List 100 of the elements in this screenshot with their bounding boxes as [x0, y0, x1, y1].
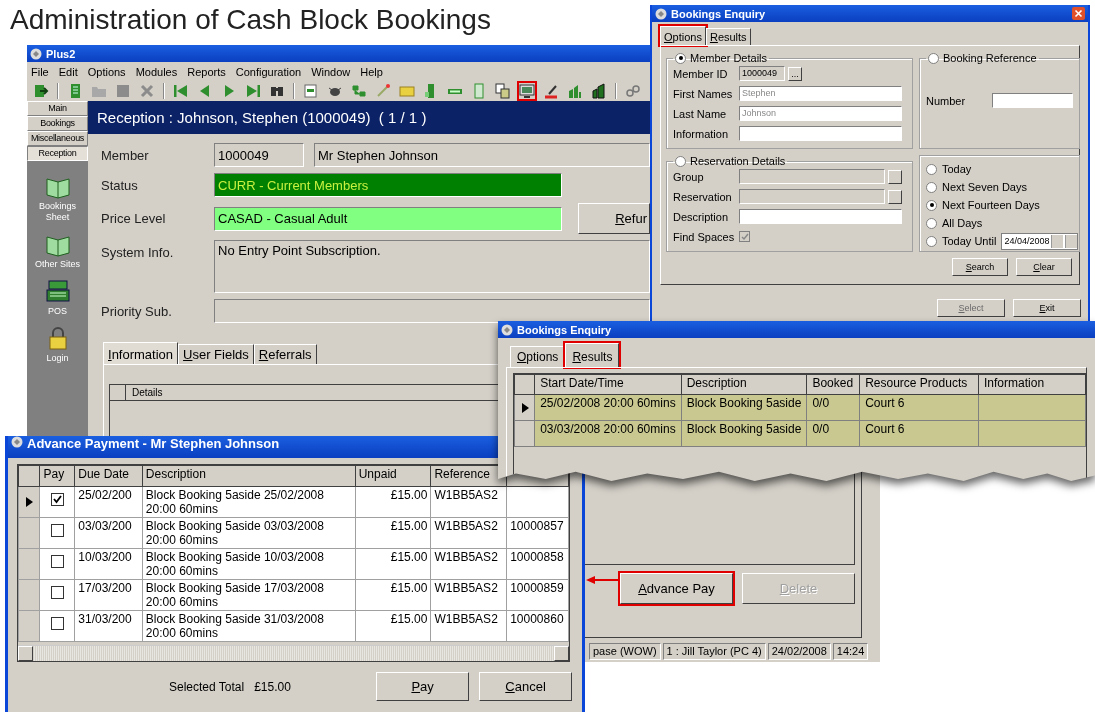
- radio-button[interactable]: [675, 52, 686, 64]
- pointer-icon: [519, 402, 530, 413]
- tab[interactable]: Information: [103, 342, 179, 364]
- window-title: Bookings Enquiry: [671, 7, 766, 20]
- price-level-field[interactable]: CASAD - Casual Adult: [214, 206, 562, 231]
- action-button[interactable]: Pay: [376, 672, 470, 701]
- app-icon: [501, 323, 513, 336]
- action-button[interactable]: Cancel: [479, 672, 572, 701]
- field-label: Last Name: [673, 107, 728, 120]
- sidebar-tab[interactable]: Miscellaneous: [27, 131, 88, 146]
- lookup-button[interactable]: ...: [788, 66, 802, 81]
- radio-button[interactable]: [926, 163, 937, 175]
- menu-item[interactable]: Help: [360, 65, 383, 78]
- input-field[interactable]: [992, 93, 1073, 108]
- input-field[interactable]: [739, 189, 885, 204]
- horizontal-scrollbar[interactable]: [18, 645, 569, 661]
- member-id-field[interactable]: 1000049: [214, 143, 304, 167]
- menu-item[interactable]: Window: [311, 65, 351, 78]
- action-button[interactable]: Advance Pay: [620, 573, 733, 604]
- tab[interactable]: User Fields: [178, 344, 254, 364]
- table-cell: W1BB5AS2: [430, 548, 507, 580]
- tab[interactable]: Results: [705, 28, 751, 45]
- menu-item[interactable]: Edit: [58, 65, 78, 78]
- column-header: Details: [131, 386, 163, 400]
- app-icon: [30, 47, 42, 60]
- radio-button[interactable]: [926, 235, 937, 247]
- table-cell: Block Booking 5aside 31/03/2008 20:00 60mins: [142, 610, 356, 642]
- checkbox[interactable]: [739, 231, 750, 242]
- sidebar-item[interactable]: Login: [31, 353, 84, 364]
- lookup-button[interactable]: [888, 169, 902, 184]
- table-cell: 03/03/200: [74, 517, 143, 549]
- column-header: Resource Products: [859, 374, 979, 395]
- input-field[interactable]: [739, 126, 902, 141]
- input-field[interactable]: Stephen: [739, 86, 902, 101]
- sidebar-tab[interactable]: Main: [27, 101, 88, 116]
- member-name-field[interactable]: Mr Stephen Johnson: [314, 143, 650, 167]
- radio-button[interactable]: [926, 199, 937, 211]
- sidebar-tab[interactable]: Bookings: [27, 116, 88, 131]
- sidebar-item[interactable]: POS: [31, 306, 84, 317]
- radio-button[interactable]: [928, 52, 939, 64]
- window-title: Bookings Enquiry: [517, 323, 612, 336]
- action-button[interactable]: Clear: [1016, 258, 1072, 276]
- checkbox[interactable]: [50, 617, 64, 630]
- input-field[interactable]: Johnson: [739, 106, 902, 121]
- row-selector[interactable]: [18, 486, 40, 518]
- option-label: Today Until: [942, 235, 997, 247]
- input-field[interactable]: [739, 209, 902, 224]
- group-title: Booking Reference: [943, 52, 1037, 64]
- status-bar-cell: pase (WOW): [589, 643, 661, 660]
- table-cell: £15.00: [355, 610, 431, 642]
- column-header: Unpaid: [355, 465, 431, 487]
- tab[interactable]: Referrals: [253, 344, 317, 364]
- table-cell: £15.00: [355, 486, 431, 518]
- app-icon: [11, 436, 23, 448]
- member-id-field[interactable]: 1000049: [739, 66, 785, 81]
- tab[interactable]: Options: [660, 26, 706, 45]
- column-header: Start Date/Time: [534, 374, 682, 395]
- checkbox[interactable]: [50, 586, 64, 599]
- field-label: Priority Sub.: [101, 303, 173, 319]
- menu-item[interactable]: Options: [87, 65, 126, 78]
- option-label: Today: [942, 163, 972, 175]
- pointer-arrow: [586, 576, 620, 584]
- option-label: All Days: [942, 217, 983, 229]
- date-field[interactable]: 24/04/2008: [1001, 232, 1079, 250]
- status-bar-cell: 1 : Jill Taylor (PC 4): [662, 643, 766, 660]
- sidebar-item[interactable]: Bookings Sheet: [31, 201, 84, 223]
- checkbox[interactable]: [50, 524, 64, 537]
- column-header: Booked: [806, 374, 860, 395]
- table-cell: Block Booking 5aside 03/03/2008 20:00 60mins: [142, 517, 356, 549]
- field-label: Member: [101, 147, 150, 163]
- menu-item[interactable]: Configuration: [235, 65, 302, 78]
- action-button[interactable]: Exit: [1013, 299, 1081, 317]
- refund-button[interactable]: Refur: [578, 203, 650, 234]
- checkbox[interactable]: [50, 555, 64, 568]
- menu-item[interactable]: Reports: [187, 65, 226, 78]
- lookup-button[interactable]: [888, 189, 902, 204]
- cash-register-icon[interactable]: [44, 278, 71, 304]
- sidebar-tab[interactable]: Reception: [27, 146, 88, 161]
- document-icon[interactable]: [493, 81, 513, 101]
- menu-item[interactable]: File: [31, 65, 49, 78]
- radio-button[interactable]: [675, 155, 686, 167]
- menu-item[interactable]: Modules: [135, 65, 178, 78]
- status-bar-cell: 14:24: [832, 643, 869, 660]
- sidebar-item[interactable]: Other Sites: [31, 259, 84, 270]
- row-selector[interactable]: [514, 394, 535, 421]
- field-label: Number: [926, 94, 967, 107]
- action-button[interactable]: Search: [952, 258, 1008, 276]
- table-cell: 10000860: [506, 610, 569, 642]
- radio-button[interactable]: [926, 181, 937, 193]
- tab[interactable]: Results: [565, 343, 620, 367]
- option-label: Next Seven Days: [942, 181, 1027, 193]
- input-field[interactable]: [739, 169, 885, 184]
- system-info-field[interactable]: No Entry Point Subscription.: [214, 240, 650, 293]
- table-cell: 17/03/200: [74, 579, 143, 611]
- status-field[interactable]: CURR - Current Members: [214, 173, 562, 197]
- tab[interactable]: Options: [510, 346, 566, 367]
- radio-button[interactable]: [926, 217, 937, 229]
- column-header: Pay: [40, 465, 75, 487]
- close-icon[interactable]: [1072, 7, 1085, 20]
- checkbox[interactable]: [50, 493, 64, 506]
